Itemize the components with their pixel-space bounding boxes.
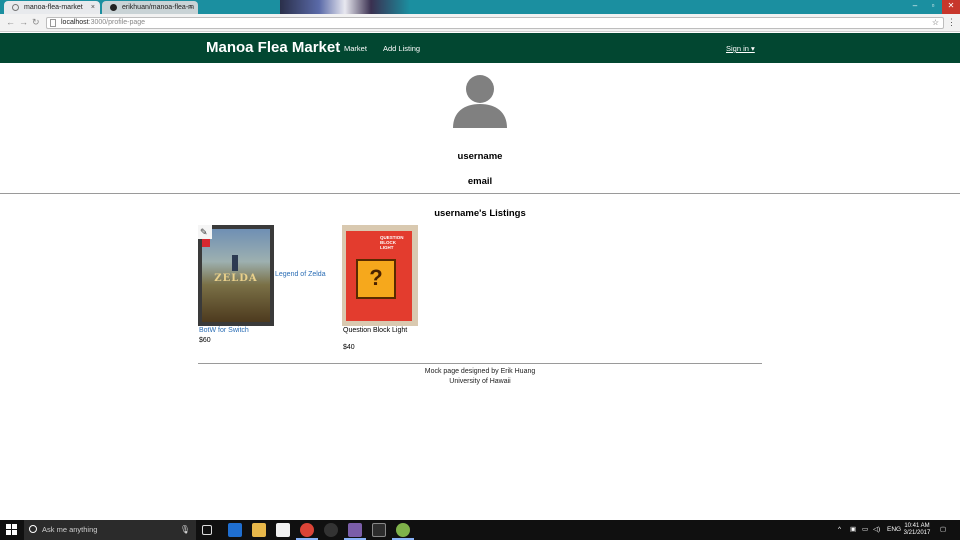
cortana-icon bbox=[29, 525, 37, 533]
browser-toolbar: ← → ↻ localhost:3000/profile-page ☆ ⋮ bbox=[0, 14, 960, 32]
input-language[interactable]: ENG bbox=[887, 520, 901, 540]
terminal-icon[interactable] bbox=[372, 523, 386, 537]
bookmark-star-icon[interactable]: ☆ bbox=[932, 18, 939, 28]
action-center-icon[interactable]: ▢ bbox=[940, 520, 946, 540]
back-arrow-icon[interactable]: ← bbox=[6, 17, 15, 27]
address-bar[interactable]: localhost:3000/profile-page ☆ bbox=[46, 17, 944, 29]
tab-close-icon[interactable]: × bbox=[189, 1, 193, 14]
profile-email: email bbox=[467, 176, 493, 187]
listing-name[interactable]: BotW for Switch bbox=[199, 327, 249, 334]
listings-heading: username's Listings bbox=[434, 208, 526, 219]
nav-link-market[interactable]: Market bbox=[344, 44, 367, 53]
listing-name: Question Block Light bbox=[343, 327, 408, 334]
footer-divider bbox=[198, 363, 762, 364]
question-block-cube: ? bbox=[356, 259, 396, 299]
store-icon[interactable] bbox=[276, 523, 290, 537]
minimize-button[interactable]: – bbox=[906, 0, 924, 14]
listing-price: $60 bbox=[199, 337, 211, 344]
listing-image-question-block[interactable]: QUESTION BLOCK LIGHT ? bbox=[342, 225, 418, 326]
search-placeholder: Ask me anything bbox=[42, 525, 98, 534]
browser-menu-icon[interactable]: ⋮ bbox=[947, 17, 956, 28]
listing-price: $40 bbox=[343, 344, 355, 351]
github-icon bbox=[110, 4, 117, 11]
url-host: localhost bbox=[61, 19, 89, 26]
tab-title: manoa-flea-market bbox=[24, 4, 83, 11]
reload-icon[interactable]: ↻ bbox=[32, 17, 40, 28]
app2-icon[interactable] bbox=[392, 523, 414, 540]
url-path: :3000/profile-page bbox=[88, 19, 146, 26]
profile-username: username bbox=[457, 151, 503, 162]
file-explorer-icon[interactable] bbox=[252, 523, 266, 537]
microphone-icon[interactable]: 🎙 bbox=[180, 520, 190, 540]
edit-listing-button[interactable]: ✎ bbox=[198, 225, 212, 239]
page-info-icon[interactable] bbox=[50, 19, 56, 27]
tabstrip-theme-image bbox=[280, 0, 410, 14]
show-hidden-icons[interactable]: ^ bbox=[838, 520, 841, 540]
brand-title[interactable]: Manoa Flea Market bbox=[206, 39, 340, 56]
box-label-text: QUESTION BLOCK LIGHT bbox=[380, 235, 404, 250]
listing-image-zelda[interactable]: ZELDA ✎ bbox=[198, 225, 274, 326]
tab-close-icon[interactable]: × bbox=[91, 1, 95, 14]
maximize-button[interactable]: ▫ bbox=[924, 0, 942, 14]
tab-manoa-flea-market[interactable]: manoa-flea-market × bbox=[4, 1, 100, 14]
listing-alt-link[interactable]: Legend of Zelda bbox=[275, 271, 326, 278]
cortana-search-box[interactable]: Ask me anything 🎙 bbox=[24, 520, 196, 540]
clock-date: 3/21/2017 bbox=[903, 530, 931, 536]
footer-university: University of Hawaii bbox=[449, 378, 511, 385]
site-navbar: Manoa Flea Market Market Add Listing Sig… bbox=[0, 33, 960, 63]
volume-icon[interactable]: ◁) bbox=[873, 520, 880, 540]
footer-credit: Mock page designed by Erik Huang bbox=[424, 368, 536, 375]
edit-icon: ✎ bbox=[200, 227, 208, 237]
browser-tabstrip: manoa-flea-market × erikhuan/manoa-flea-… bbox=[0, 0, 960, 14]
app-icon[interactable] bbox=[344, 523, 366, 540]
sign-in-dropdown[interactable]: Sign in ▾ bbox=[726, 44, 755, 53]
chrome-icon[interactable] bbox=[296, 523, 318, 540]
nav-link-add-listing[interactable]: Add Listing bbox=[383, 44, 420, 53]
question-mark-glyph: ? bbox=[369, 265, 383, 290]
windows-start-icon[interactable] bbox=[6, 524, 18, 536]
tab-title: erikhuan/manoa-flea-m bbox=[122, 4, 194, 11]
system-clock[interactable]: 10:41 AM 3/21/2017 bbox=[900, 523, 934, 537]
edge-browser-icon[interactable] bbox=[228, 523, 242, 537]
page-favicon-icon bbox=[12, 4, 19, 11]
task-view-icon[interactable] bbox=[202, 525, 212, 535]
user-avatar-icon bbox=[453, 75, 507, 128]
tab-github[interactable]: erikhuan/manoa-flea-m × bbox=[102, 1, 198, 14]
github-desktop-icon[interactable] bbox=[324, 523, 338, 537]
zelda-logo-text: ZELDA bbox=[214, 273, 258, 284]
window-controls: – ▫ ✕ bbox=[906, 0, 960, 14]
hero-figure bbox=[232, 255, 238, 271]
close-window-button[interactable]: ✕ bbox=[942, 0, 960, 14]
clock-time: 10:41 AM bbox=[904, 523, 930, 529]
forward-arrow-icon[interactable]: → bbox=[19, 17, 28, 27]
section-divider bbox=[0, 193, 960, 194]
network-icon[interactable]: ▣ bbox=[850, 520, 856, 540]
battery-icon[interactable]: ▭ bbox=[862, 520, 868, 540]
windows-taskbar: Ask me anything 🎙 ^ ▣ ▭ ◁) ENG 10:41 AM … bbox=[0, 520, 960, 540]
